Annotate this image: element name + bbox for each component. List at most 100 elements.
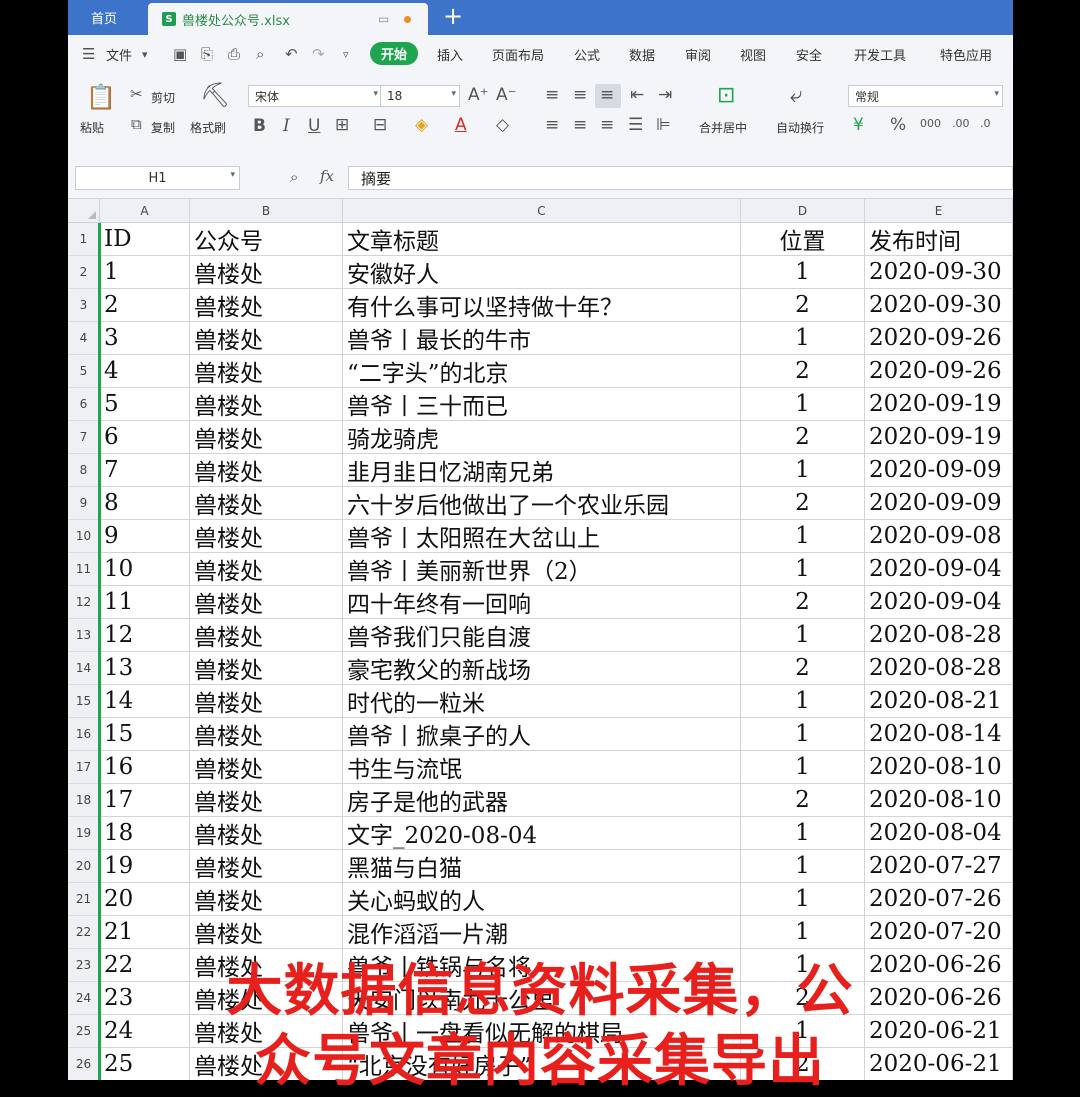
cell-id[interactable]: 16 bbox=[100, 751, 190, 784]
row-header[interactable]: 3 bbox=[68, 289, 100, 322]
cell-id[interactable]: 17 bbox=[100, 784, 190, 817]
format-painter-icon[interactable]: ⛏ bbox=[200, 81, 230, 109]
cell-account[interactable]: 兽楼处 bbox=[190, 784, 343, 817]
underline-icon[interactable]: U bbox=[308, 116, 320, 136]
cell-position[interactable]: 1 bbox=[741, 454, 865, 487]
header-cell-id[interactable]: ID bbox=[100, 223, 190, 256]
cell-position[interactable]: 1 bbox=[741, 718, 865, 751]
indent-decrease-icon[interactable]: ⇤ bbox=[630, 85, 644, 105]
export-icon[interactable]: ⎘ bbox=[201, 45, 213, 63]
cell-account[interactable]: 兽楼处 bbox=[190, 718, 343, 751]
header-cell-account[interactable]: 公众号 bbox=[190, 223, 343, 256]
row-header[interactable]: 7 bbox=[68, 421, 100, 454]
cell-account[interactable]: 兽楼处 bbox=[190, 520, 343, 553]
cell-position[interactable]: 1 bbox=[741, 850, 865, 883]
cell-account[interactable]: 兽楼处 bbox=[190, 817, 343, 850]
cell-title[interactable]: 六十岁后他做出了一个农业乐园 bbox=[343, 487, 741, 520]
cell-title[interactable]: 兽爷丨最长的牛市 bbox=[343, 322, 741, 355]
cell-id[interactable]: 1 bbox=[100, 256, 190, 289]
tab-home-ribbon[interactable]: 开始 bbox=[370, 42, 418, 65]
currency-icon[interactable]: ¥ bbox=[853, 115, 864, 135]
italic-icon[interactable]: I bbox=[283, 116, 290, 136]
cell-position[interactable]: 2 bbox=[741, 487, 865, 520]
cell-id[interactable]: 8 bbox=[100, 487, 190, 520]
copy-button[interactable]: 复制 bbox=[151, 119, 175, 136]
cell-id[interactable]: 11 bbox=[100, 586, 190, 619]
align-top-icon[interactable]: ≡ bbox=[545, 85, 559, 105]
cell-account[interactable]: 兽楼处 bbox=[190, 355, 343, 388]
cell-position[interactable]: 2 bbox=[741, 784, 865, 817]
cell-date[interactable]: 2020-09-30 bbox=[865, 289, 1013, 322]
cell-title[interactable]: 兽爷丨美丽新世界（2） bbox=[343, 553, 741, 586]
conditional-format-icon[interactable]: ⊟ bbox=[373, 115, 387, 135]
align-middle-icon[interactable]: ≡ bbox=[573, 85, 587, 105]
tab-home[interactable]: 首页 bbox=[68, 0, 140, 35]
row-header[interactable]: 22 bbox=[68, 916, 100, 949]
cell-date[interactable]: 2020-08-28 bbox=[865, 652, 1013, 685]
formula-input[interactable]: 摘要 bbox=[348, 166, 1013, 190]
cell-position[interactable]: 1 bbox=[741, 553, 865, 586]
cell-id[interactable]: 6 bbox=[100, 421, 190, 454]
cell-title[interactable]: 书生与流氓 bbox=[343, 751, 741, 784]
zoom-icon[interactable]: ⌕ bbox=[290, 168, 298, 186]
cell-position[interactable]: 1 bbox=[741, 520, 865, 553]
merge-center-icon[interactable]: ⊡ bbox=[717, 83, 735, 108]
cell-account[interactable]: 兽楼处 bbox=[190, 883, 343, 916]
cell-date[interactable]: 2020-07-20 bbox=[865, 916, 1013, 949]
print-icon[interactable]: ⎙ bbox=[228, 45, 240, 63]
undo-icon[interactable]: ↶ bbox=[285, 45, 298, 63]
cell-position[interactable]: 1 bbox=[741, 388, 865, 421]
row-header[interactable]: 19 bbox=[68, 817, 100, 850]
cell-account[interactable]: 兽楼处 bbox=[190, 619, 343, 652]
cell-position[interactable]: 2 bbox=[741, 421, 865, 454]
cell-id[interactable]: 3 bbox=[100, 322, 190, 355]
cell-date[interactable]: 2020-09-09 bbox=[865, 454, 1013, 487]
cell-account[interactable]: 兽楼处 bbox=[190, 916, 343, 949]
cell-date[interactable]: 2020-09-26 bbox=[865, 322, 1013, 355]
bold-icon[interactable]: B bbox=[253, 116, 266, 136]
name-box[interactable]: H1 ▾ bbox=[75, 166, 240, 190]
redo-icon[interactable]: ↷ bbox=[312, 45, 325, 63]
cell-title[interactable]: 房子是他的武器 bbox=[343, 784, 741, 817]
cell-date[interactable]: 2020-08-14 bbox=[865, 718, 1013, 751]
row-header[interactable]: 8 bbox=[68, 454, 100, 487]
print-preview-icon[interactable]: ⌕ bbox=[256, 45, 264, 63]
increase-font-icon[interactable]: A⁺ bbox=[468, 85, 489, 105]
row-header[interactable]: 2 bbox=[68, 256, 100, 289]
wrap-text-button[interactable]: 自动换行 bbox=[776, 119, 824, 136]
cell-id[interactable]: 12 bbox=[100, 619, 190, 652]
tab-data[interactable]: 数据 bbox=[629, 45, 655, 64]
font-color-icon[interactable]: A bbox=[455, 115, 467, 135]
align-left-icon[interactable]: ≡ bbox=[545, 115, 559, 135]
cell-position[interactable]: 1 bbox=[741, 256, 865, 289]
file-menu[interactable]: 文件 bbox=[106, 45, 132, 64]
cell-title[interactable]: 混作滔滔一片潮 bbox=[343, 916, 741, 949]
tab-security[interactable]: 安全 bbox=[796, 45, 822, 64]
cut-button[interactable]: 剪切 bbox=[151, 89, 175, 106]
cell-id[interactable]: 18 bbox=[100, 817, 190, 850]
cell-title[interactable]: 韭月韭日忆湖南兄弟 bbox=[343, 454, 741, 487]
cell-title[interactable]: 文字_2020-08-04 bbox=[343, 817, 741, 850]
cell-title[interactable]: 黑猫与白猫 bbox=[343, 850, 741, 883]
borders-icon[interactable]: ⊞ bbox=[335, 115, 349, 135]
font-name-select[interactable]: 宋体 ▾ bbox=[248, 85, 382, 107]
cell-position[interactable]: 1 bbox=[741, 685, 865, 718]
cell-account[interactable]: 兽楼处 bbox=[190, 421, 343, 454]
thousands-icon[interactable]: 000 bbox=[920, 117, 941, 130]
paste-icon[interactable]: 📋 bbox=[86, 83, 116, 111]
cell-position[interactable]: 2 bbox=[741, 586, 865, 619]
cell-date[interactable]: 2020-09-04 bbox=[865, 553, 1013, 586]
tab-features[interactable]: 特色应用 bbox=[940, 45, 992, 64]
monitor-icon[interactable]: ▭ bbox=[378, 12, 389, 26]
cut-icon[interactable]: ✂ bbox=[130, 85, 143, 103]
fx-icon[interactable]: fx bbox=[320, 167, 334, 185]
row-header[interactable]: 1 bbox=[68, 223, 100, 256]
cell-title[interactable]: 四十年终有一回响 bbox=[343, 586, 741, 619]
tab-file[interactable]: S 兽楼处公众号.xlsx ▭ bbox=[148, 3, 428, 35]
cell-title[interactable]: 骑龙骑虎 bbox=[343, 421, 741, 454]
cell-date[interactable]: 2020-07-27 bbox=[865, 850, 1013, 883]
cell-position[interactable]: 1 bbox=[741, 817, 865, 850]
cell-position[interactable]: 1 bbox=[741, 916, 865, 949]
cell-id[interactable]: 20 bbox=[100, 883, 190, 916]
row-header[interactable]: 11 bbox=[68, 553, 100, 586]
